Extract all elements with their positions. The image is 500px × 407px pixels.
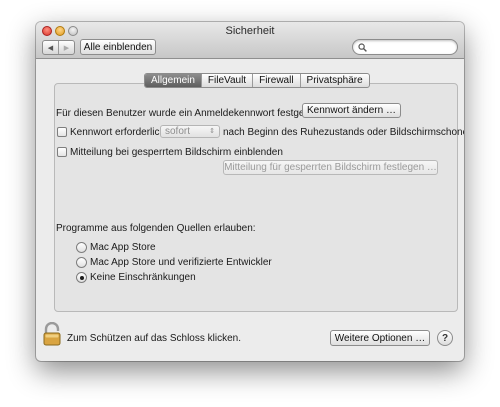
back-arrow-icon[interactable]: ◀ [43, 41, 58, 54]
tab-allgemein[interactable]: Allgemein [145, 74, 201, 87]
tab-firewall[interactable]: Firewall [252, 74, 299, 87]
popup-arrows-icon: ⇕ [209, 128, 215, 135]
forward-arrow-icon[interactable]: ▶ [58, 41, 74, 54]
system-preferences-window: Sicherheit ◀ ▶ Alle einblenden Allgemein… [36, 22, 464, 361]
radio-mac-app-store[interactable] [76, 242, 87, 253]
allow-sources-heading: Programme aus folgenden Quellen erlauben… [56, 223, 256, 234]
radio-no-restrictions[interactable] [76, 272, 87, 283]
require-password-suffix: nach Beginn des Ruhezustands oder Bildsc… [223, 127, 464, 138]
show-all-button[interactable]: Alle einblenden [80, 39, 156, 55]
tab-filevault[interactable]: FileVault [200, 74, 252, 87]
search-field [352, 39, 458, 55]
require-password-delay-value: sofort [165, 126, 191, 137]
radio-no-restrictions-label: Keine Einschränkungen [90, 272, 196, 283]
set-lock-message-button[interactable]: Mitteilung für gesperrten Bildschirm fes… [223, 160, 438, 175]
search-icon [358, 43, 367, 52]
advanced-options-button[interactable]: Weitere Optionen … [330, 330, 430, 346]
lock-message-label: Mitteilung bei gesperrtem Bildschirm ein… [70, 147, 283, 158]
help-icon[interactable]: ? [437, 330, 453, 346]
lock-icon[interactable] [42, 322, 62, 346]
login-password-text: Für diesen Benutzer wurde ein Anmeldeken… [56, 108, 321, 119]
back-forward-control: ◀ ▶ [42, 40, 75, 55]
lock-message-checkbox[interactable] [57, 147, 67, 157]
require-password-checkbox[interactable] [57, 127, 67, 137]
change-password-button[interactable]: Kennwort ändern … [302, 103, 401, 118]
search-input[interactable] [369, 41, 453, 53]
radio-mac-app-store-and-developers-label: Mac App Store und verifizierte Entwickle… [90, 257, 272, 268]
lock-instruction-text: Zum Schützen auf das Schloss klicken. [67, 333, 241, 344]
window-title: Sicherheit [225, 25, 275, 37]
tab-privatsphaere[interactable]: Privatsphäre [299, 74, 369, 87]
titlebar: Sicherheit ◀ ▶ Alle einblenden [36, 22, 464, 59]
require-password-delay-popup[interactable]: sofort ⇕ [160, 125, 220, 138]
radio-mac-app-store-label: Mac App Store [90, 242, 156, 253]
radio-mac-app-store-and-developers[interactable] [76, 257, 87, 268]
tab-bar: Allgemein FileVault Firewall Privatsphär… [144, 73, 370, 88]
require-password-label: Kennwort erforderlich [70, 127, 166, 138]
